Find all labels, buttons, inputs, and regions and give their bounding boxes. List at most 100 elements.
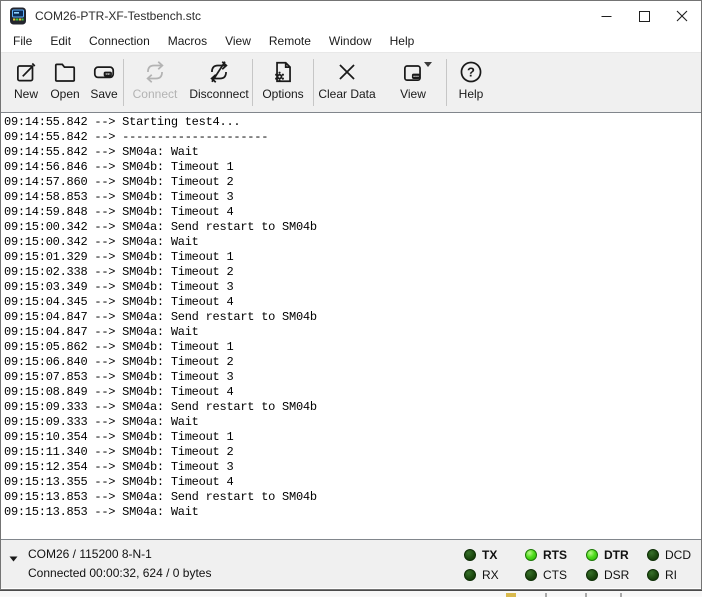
menu-bar: File Edit Connection Macros View Remote … bbox=[1, 31, 701, 53]
menu-item[interactable]: Macros bbox=[159, 31, 216, 52]
disconnect-button[interactable]: Disconnect bbox=[186, 57, 252, 112]
toolbar-label: Connect bbox=[133, 87, 178, 101]
dcd-led-icon bbox=[647, 549, 659, 561]
log-line: 09:15:08.849 --> SM04b: Timeout 4 bbox=[4, 385, 701, 400]
log-line: 09:15:03.349 --> SM04b: Timeout 3 bbox=[4, 280, 701, 295]
options-button[interactable]: Options bbox=[253, 57, 313, 112]
ri-led-icon bbox=[647, 569, 659, 581]
disconnect-arrows-icon bbox=[206, 59, 232, 85]
new-document-icon bbox=[13, 59, 39, 85]
app-icon bbox=[9, 7, 27, 25]
view-dropdown-caret-icon bbox=[424, 62, 432, 67]
view-button[interactable]: View bbox=[380, 57, 446, 112]
save-drive-icon bbox=[91, 59, 117, 85]
log-line: 09:14:55.842 --> SM04a: Wait bbox=[4, 145, 701, 160]
window-controls bbox=[587, 1, 701, 31]
connect-arrows-icon bbox=[142, 59, 168, 85]
menu-item[interactable]: Window bbox=[320, 31, 381, 52]
minimize-icon bbox=[601, 11, 612, 22]
toolbar-label: Clear Data bbox=[318, 87, 375, 101]
log-line: 09:15:06.840 --> SM04b: Timeout 2 bbox=[4, 355, 701, 370]
menu-item[interactable]: Remote bbox=[260, 31, 320, 52]
close-icon bbox=[676, 10, 688, 22]
maximize-icon bbox=[639, 11, 650, 22]
led-dtr: DTR bbox=[586, 546, 630, 564]
signal-leds: TX RX RTS CTS DTR DSR bbox=[464, 546, 691, 584]
menu-item[interactable]: Connection bbox=[80, 31, 159, 52]
log-line: 09:15:07.853 --> SM04b: Timeout 3 bbox=[4, 370, 701, 385]
taskbar-icon-peek bbox=[620, 593, 622, 597]
clear-data-button[interactable]: Clear Data bbox=[314, 57, 380, 112]
toolbar-label: New bbox=[14, 87, 38, 101]
toolbar: New Open Save bbox=[1, 53, 701, 112]
taskbar-icon-peek bbox=[545, 593, 547, 597]
minimize-button[interactable] bbox=[587, 1, 625, 31]
menu-item[interactable]: File bbox=[4, 31, 41, 52]
maximize-button[interactable] bbox=[625, 1, 663, 31]
open-button[interactable]: Open bbox=[45, 57, 85, 112]
options-gear-page-icon bbox=[270, 59, 296, 85]
menu-item[interactable]: Help bbox=[381, 31, 424, 52]
connect-button[interactable]: Connect bbox=[124, 57, 186, 112]
led-dcd: DCD bbox=[647, 546, 691, 564]
toolbar-label: Options bbox=[262, 87, 303, 101]
log-line: 09:15:04.345 --> SM04b: Timeout 4 bbox=[4, 295, 701, 310]
log-line: 09:15:00.342 --> SM04a: Send restart to … bbox=[4, 220, 701, 235]
log-line: 09:14:57.860 --> SM04b: Timeout 2 bbox=[4, 175, 701, 190]
log-line: 09:15:00.342 --> SM04a: Wait bbox=[4, 235, 701, 250]
close-button[interactable] bbox=[663, 1, 701, 31]
status-dropdown-icon[interactable] bbox=[9, 556, 18, 562]
view-window-icon bbox=[400, 59, 426, 85]
toolbar-label: Disconnect bbox=[189, 87, 248, 101]
log-line: 09:15:04.847 --> SM04a: Send restart to … bbox=[4, 310, 701, 325]
toolbar-label: Help bbox=[459, 87, 484, 101]
led-dsr: DSR bbox=[586, 566, 630, 584]
taskbar-strip bbox=[0, 590, 702, 596]
log-line: 09:15:11.340 --> SM04b: Timeout 2 bbox=[4, 445, 701, 460]
connection-details: Connected 00:00:32, 624 / 0 bytes bbox=[28, 564, 211, 583]
log-line: 09:15:12.354 --> SM04b: Timeout 3 bbox=[4, 460, 701, 475]
toolbar-label: View bbox=[400, 87, 426, 101]
log-line: 09:15:09.333 --> SM04a: Wait bbox=[4, 415, 701, 430]
led-tx: TX bbox=[464, 546, 508, 564]
help-question-icon: ? bbox=[458, 59, 484, 85]
log-line: 09:14:56.846 --> SM04b: Timeout 1 bbox=[4, 160, 701, 175]
open-folder-icon bbox=[52, 59, 78, 85]
log-line: 09:15:13.853 --> SM04a: Wait bbox=[4, 505, 701, 520]
dsr-led-icon bbox=[586, 569, 598, 581]
clear-x-icon bbox=[334, 59, 360, 85]
led-cts: CTS bbox=[525, 566, 569, 584]
led-ri: RI bbox=[647, 566, 691, 584]
connection-status: COM26 / 115200 8-N-1 Connected 00:00:32,… bbox=[28, 545, 211, 583]
app-window: COM26-PTR-XF-Testbench.stc File Edit Con… bbox=[0, 0, 702, 590]
status-bar: COM26 / 115200 8-N-1 Connected 00:00:32,… bbox=[1, 540, 701, 588]
led-rts: RTS bbox=[525, 546, 569, 564]
toolbar-label: Open bbox=[50, 87, 79, 101]
new-button[interactable]: New bbox=[7, 57, 45, 112]
log-line: 09:15:10.354 --> SM04b: Timeout 1 bbox=[4, 430, 701, 445]
dtr-led-icon bbox=[586, 549, 598, 561]
port-settings: COM26 / 115200 8-N-1 bbox=[28, 545, 211, 564]
log-line: 09:15:04.847 --> SM04a: Wait bbox=[4, 325, 701, 340]
log-line: 09:14:55.842 --> --------------------- bbox=[4, 130, 701, 145]
save-button[interactable]: Save bbox=[85, 57, 123, 112]
rts-led-icon bbox=[525, 549, 537, 561]
log-line: 09:15:05.862 --> SM04b: Timeout 1 bbox=[4, 340, 701, 355]
menu-item[interactable]: View bbox=[216, 31, 260, 52]
log-line: 09:14:59.848 --> SM04b: Timeout 4 bbox=[4, 205, 701, 220]
log-line: 09:15:13.853 --> SM04a: Send restart to … bbox=[4, 490, 701, 505]
log-output[interactable]: 09:14:55.842 --> Starting test4... 09:14… bbox=[1, 112, 701, 540]
log-line: 09:15:09.333 --> SM04a: Send restart to … bbox=[4, 400, 701, 415]
log-line: 09:15:13.355 --> SM04b: Timeout 4 bbox=[4, 475, 701, 490]
menu-item[interactable]: Edit bbox=[41, 31, 80, 52]
taskbar-icon-peek bbox=[506, 593, 516, 597]
rx-led-icon bbox=[464, 569, 476, 581]
svg-text:?: ? bbox=[467, 65, 475, 80]
help-button[interactable]: ? Help bbox=[447, 57, 495, 112]
title-bar[interactable]: COM26-PTR-XF-Testbench.stc bbox=[1, 1, 701, 31]
taskbar-icon-peek bbox=[585, 593, 587, 597]
cts-led-icon bbox=[525, 569, 537, 581]
log-line: 09:14:58.853 --> SM04b: Timeout 3 bbox=[4, 190, 701, 205]
tx-led-icon bbox=[464, 549, 476, 561]
log-line: 09:15:02.338 --> SM04b: Timeout 2 bbox=[4, 265, 701, 280]
